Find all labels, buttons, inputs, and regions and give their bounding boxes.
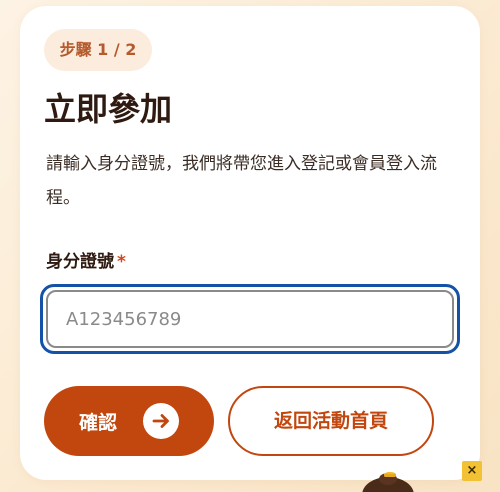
arrow-right-icon <box>143 403 179 439</box>
intro-description: 請輸入身分證號，我們將帶您進入登記或會員登入流程。 <box>46 154 437 208</box>
id-field-label-text: 身分證號 <box>46 252 114 272</box>
close-icon[interactable]: × <box>462 461 482 481</box>
id-field-label: 身分證號 * <box>46 250 126 274</box>
confirm-button-label: 確認 <box>78 411 117 434</box>
required-marker: * <box>117 252 126 272</box>
confirm-button[interactable]: 確認 <box>44 386 214 456</box>
id-field-box <box>46 290 454 348</box>
id-field-focus-ring <box>40 284 460 354</box>
mascot-illustration <box>362 472 414 492</box>
back-to-event-home-button[interactable]: 返回活動首頁 <box>228 386 434 456</box>
back-button-label: 返回活動首頁 <box>273 410 388 432</box>
page-title: 立即參加 <box>44 90 173 128</box>
step-badge: 步驟 1 / 2 <box>44 29 152 71</box>
id-number-input[interactable] <box>48 292 452 346</box>
